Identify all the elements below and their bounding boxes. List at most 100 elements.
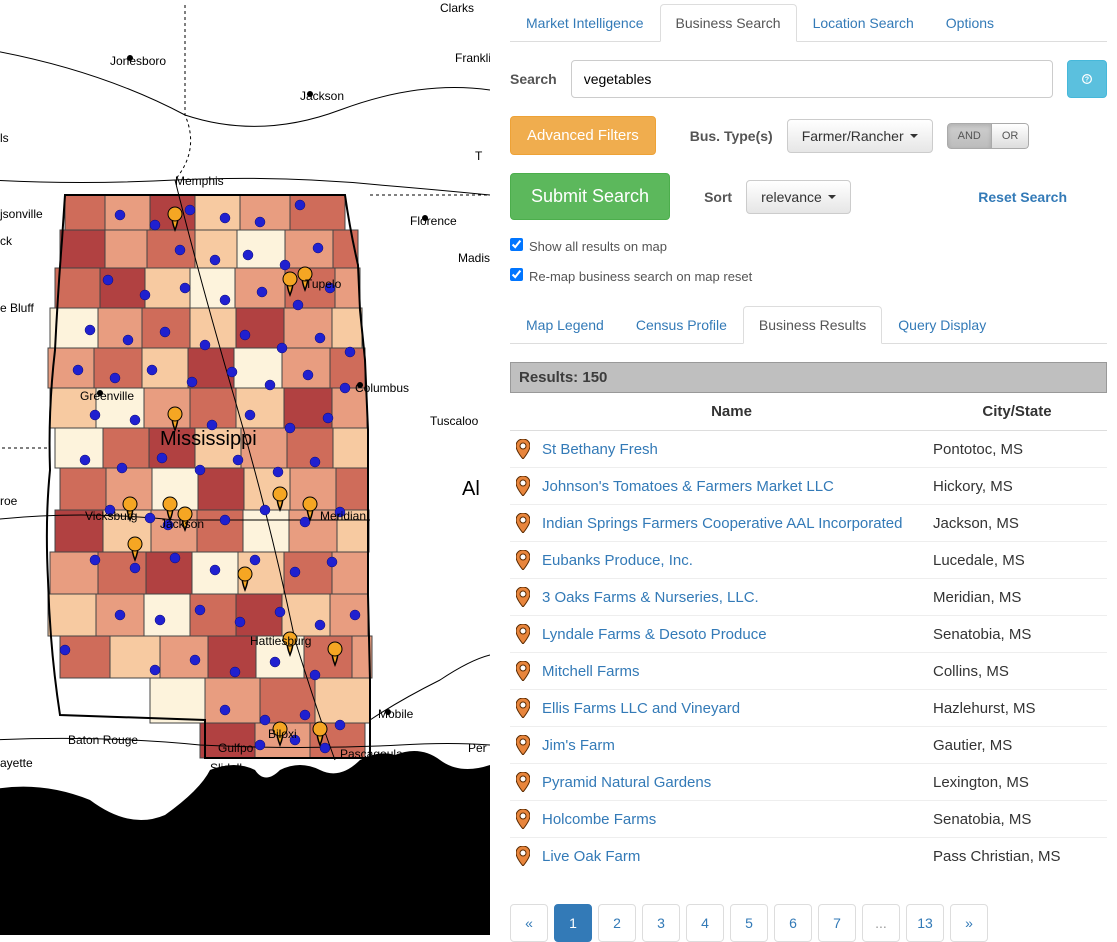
result-city: Pass Christian, MS — [927, 838, 1107, 875]
result-city: Meridian, MS — [927, 579, 1107, 616]
page-1[interactable]: 1 — [554, 904, 592, 942]
result-link[interactable]: Johnson's Tomatoes & Farmers Market LLC — [542, 478, 834, 495]
result-city: Senatobia, MS — [927, 616, 1107, 653]
result-city: Pontotoc, MS — [927, 431, 1107, 468]
pin-icon[interactable] — [516, 809, 530, 829]
pagination: «1234567...13» — [510, 904, 1107, 942]
bus-type-value: Farmer/Rancher — [802, 128, 904, 144]
page-6[interactable]: 6 — [774, 904, 812, 942]
pin-icon[interactable] — [516, 439, 530, 459]
or-toggle[interactable]: OR — [992, 123, 1030, 149]
tab-market-intelligence[interactable]: Market Intelligence — [510, 4, 660, 42]
result-link[interactable]: 3 Oaks Farms & Nurseries, LLC. — [542, 589, 759, 606]
pin-icon[interactable] — [516, 698, 530, 718]
remap-checkbox[interactable]: Re-map business search on map reset — [510, 269, 752, 284]
help-button[interactable]: ? — [1067, 60, 1107, 98]
svg-text:Al: Al — [462, 478, 480, 500]
svg-text:Hattiesburg: Hattiesburg — [250, 634, 311, 648]
svg-text:Per: Per — [468, 741, 487, 755]
svg-text:Madis: Madis — [458, 251, 490, 265]
page-«[interactable]: « — [510, 904, 548, 942]
svg-text:Clarks: Clarks — [440, 1, 474, 15]
svg-text:Memphis: Memphis — [175, 174, 224, 188]
subtab-business-results[interactable]: Business Results — [743, 306, 882, 344]
subtab-query-display[interactable]: Query Display — [882, 306, 1002, 344]
sort-dropdown[interactable]: relevance — [746, 180, 851, 214]
result-link[interactable]: Lyndale Farms & Desoto Produce — [542, 626, 767, 643]
page-5[interactable]: 5 — [730, 904, 768, 942]
col-city: City/State — [927, 393, 1107, 431]
show-all-results-checkbox[interactable]: Show all results on map — [510, 239, 667, 254]
map-panel[interactable]: Clarks Jonesboro Franklin Jackson T Memp… — [0, 0, 490, 935]
page-7[interactable]: 7 — [818, 904, 856, 942]
page-3[interactable]: 3 — [642, 904, 680, 942]
svg-text:Meridian: Meridian — [320, 509, 366, 523]
table-row: Live Oak Farm Pass Christian, MS — [510, 838, 1107, 875]
sub-tabs: Map LegendCensus ProfileBusiness Results… — [510, 306, 1107, 344]
svg-text:Florence: Florence — [410, 214, 457, 228]
result-link[interactable]: Indian Springs Farmers Cooperative AAL I… — [542, 515, 902, 532]
result-city: Lucedale, MS — [927, 542, 1107, 579]
pin-icon[interactable] — [516, 661, 530, 681]
submit-search-button[interactable]: Submit Search — [510, 173, 670, 220]
svg-text:New Orleans: New Orleans — [205, 781, 274, 795]
svg-text:Franklin: Franklin — [455, 51, 490, 65]
and-toggle[interactable]: AND — [947, 123, 992, 149]
result-city: Jackson, MS — [927, 505, 1107, 542]
result-link[interactable]: Holcombe Farms — [542, 811, 656, 828]
bus-type-label: Bus. Type(s) — [690, 128, 773, 144]
page-2[interactable]: 2 — [598, 904, 636, 942]
search-input[interactable] — [571, 60, 1053, 98]
result-link[interactable]: St Bethany Fresh — [542, 441, 658, 458]
col-name: Name — [536, 393, 927, 431]
svg-text:e Bluff: e Bluff — [0, 301, 34, 315]
result-link[interactable]: Live Oak Farm — [542, 848, 640, 865]
pin-icon[interactable] — [516, 550, 530, 570]
result-link[interactable]: Ellis Farms LLC and Vineyard — [542, 700, 740, 717]
subtab-census-profile[interactable]: Census Profile — [620, 306, 743, 344]
advanced-filters-button[interactable]: Advanced Filters — [510, 116, 656, 155]
svg-text:Greenville: Greenville — [80, 389, 134, 403]
pin-icon[interactable] — [516, 772, 530, 792]
svg-text:jsonville: jsonville — [0, 207, 43, 221]
page-»[interactable]: » — [950, 904, 988, 942]
table-row: Johnson's Tomatoes & Farmers Market LLC H… — [510, 468, 1107, 505]
svg-text:T: T — [475, 149, 483, 163]
result-link[interactable]: Eubanks Produce, Inc. — [542, 552, 693, 569]
svg-text:Biloxi: Biloxi — [268, 727, 297, 741]
table-row: Pyramid Natural GardensLexington, MS — [510, 764, 1107, 801]
result-city: Hickory, MS — [927, 468, 1107, 505]
pin-icon[interactable] — [516, 846, 530, 866]
svg-text:Gulfpo: Gulfpo — [218, 741, 254, 755]
page-13[interactable]: 13 — [906, 904, 944, 942]
pin-icon[interactable] — [516, 476, 530, 496]
svg-text:Baton Rouge: Baton Rouge — [68, 733, 138, 747]
pin-icon[interactable] — [516, 513, 530, 533]
tab-location-search[interactable]: Location Search — [797, 4, 930, 42]
chevron-down-icon — [828, 195, 836, 199]
page-...: ... — [862, 904, 900, 942]
result-link[interactable]: Mitchell Farms — [542, 663, 640, 680]
page-4[interactable]: 4 — [686, 904, 724, 942]
result-link[interactable]: Jim's Farm — [542, 737, 615, 754]
svg-text:Jonesboro: Jonesboro — [110, 54, 166, 68]
svg-text:roe: roe — [0, 494, 18, 508]
svg-text:Tuscaloo: Tuscaloo — [430, 414, 479, 428]
reset-search-link[interactable]: Reset Search — [978, 189, 1067, 205]
bus-type-dropdown[interactable]: Farmer/Rancher — [787, 119, 933, 153]
result-city: Gautier, MS — [927, 727, 1107, 764]
tab-business-search[interactable]: Business Search — [660, 4, 797, 42]
table-row: Holcombe FarmsSenatobia, MS — [510, 801, 1107, 838]
pin-icon[interactable] — [516, 587, 530, 607]
result-city: Collins, MS — [927, 653, 1107, 690]
svg-text:Pascagoula: Pascagoula — [340, 747, 403, 761]
result-link[interactable]: Pyramid Natural Gardens — [542, 774, 711, 791]
svg-text:Mobile: Mobile — [378, 707, 414, 721]
pin-icon[interactable] — [516, 735, 530, 755]
pin-icon[interactable] — [516, 624, 530, 644]
svg-text:Vicksburg: Vicksburg — [85, 509, 137, 523]
svg-text:Mississippi: Mississippi — [160, 428, 257, 450]
mississippi-map[interactable]: Clarks Jonesboro Franklin Jackson T Memp… — [0, 0, 490, 935]
subtab-map-legend[interactable]: Map Legend — [510, 306, 620, 344]
tab-options[interactable]: Options — [930, 4, 1010, 42]
